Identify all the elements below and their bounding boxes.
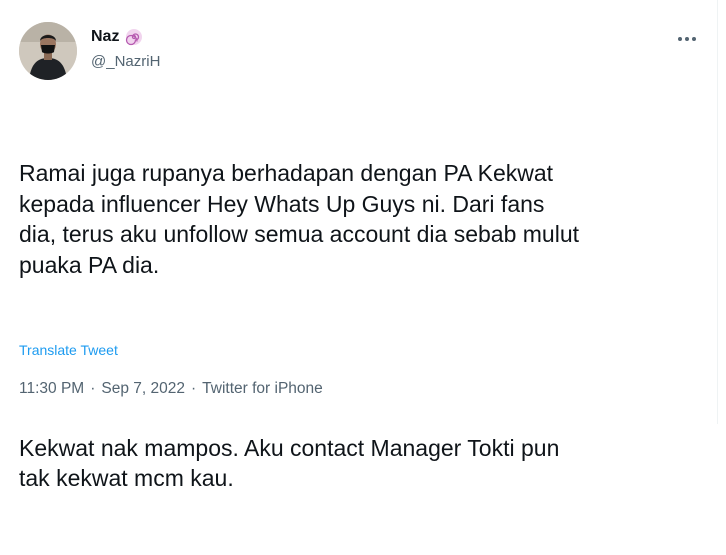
tweet-date[interactable]: Sep 7, 2022 — [101, 380, 185, 398]
avatar[interactable] — [19, 22, 77, 80]
user-handle[interactable]: @_NazriH — [91, 53, 160, 70]
meta-separator: · — [190, 380, 197, 397]
more-options-button[interactable] — [672, 28, 702, 50]
more-horizontal-icon-dot — [685, 37, 689, 41]
more-horizontal-icon-dot — [692, 37, 696, 41]
tweet-paragraph: Kekwat nak mampos. Aku contact Manager T… — [19, 434, 560, 492]
tweet-paragraph: Ramai juga rupanya berhadapan dengan PA … — [19, 160, 579, 278]
meta-separator: · — [90, 380, 96, 397]
name-row: Naz — [91, 28, 143, 46]
tweet-time[interactable]: 11:30 PM — [19, 380, 84, 398]
translate-tweet-link[interactable]: Translate Tweet — [19, 342, 118, 358]
tweet-card: Naz @_NazriH Ramai juga rupanya berhadap… — [0, 0, 718, 491]
display-name[interactable]: Naz — [91, 28, 119, 46]
more-horizontal-icon — [678, 37, 682, 41]
spiral-emoji-icon — [125, 28, 143, 46]
tweet-text: Ramai juga rupanya berhadapan dengan PA … — [19, 97, 699, 555]
tweet-source[interactable]: Twitter for iPhone — [202, 380, 323, 398]
tweet-metadata: 11:30 PM · Sep 7, 2022 · Twitter for iPh… — [19, 380, 323, 398]
